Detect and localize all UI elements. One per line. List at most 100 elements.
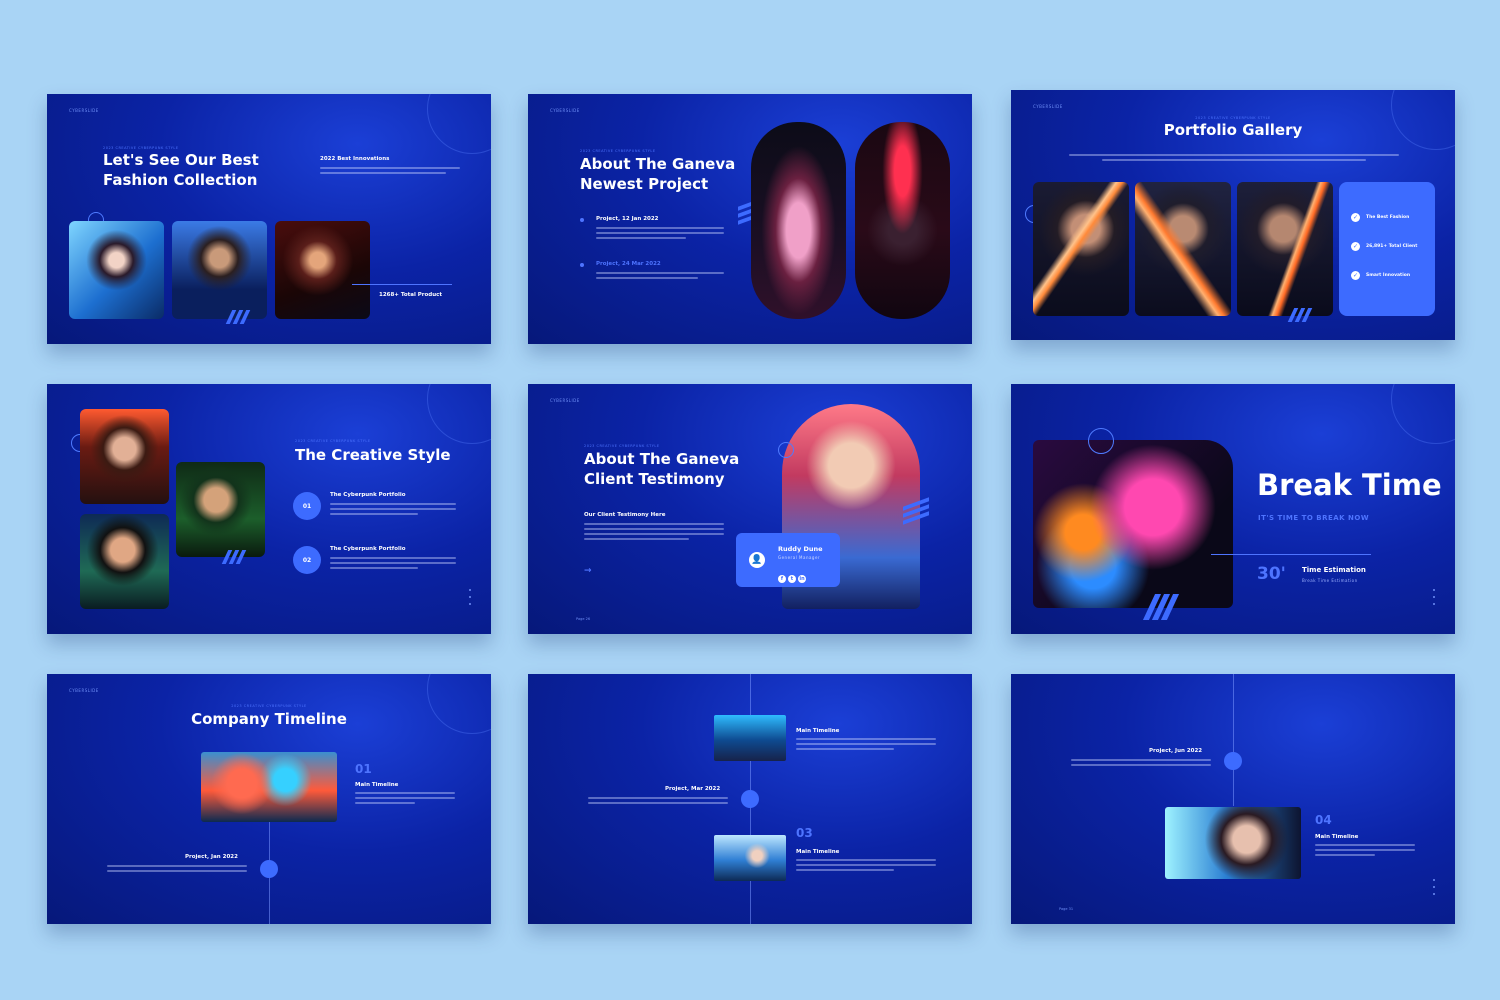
- feature-row-1: ✓ The Best Fashion: [1351, 213, 1410, 222]
- stripes-decor: [225, 310, 251, 324]
- timeline-text: [1315, 844, 1415, 856]
- decor-arc: [427, 94, 491, 154]
- project-text-1: [596, 227, 724, 239]
- client-name: Ruddy Dune: [778, 545, 823, 553]
- break-photo: [1033, 440, 1233, 608]
- photo-3: [275, 221, 370, 319]
- photo-1: [69, 221, 164, 319]
- features-panel: ✓ The Best Fashion ✓ 26,891+ Total Client …: [1339, 182, 1435, 316]
- timeline-node[interactable]: [741, 790, 759, 808]
- timeline-node[interactable]: [1224, 752, 1242, 770]
- slide-subtitle: IT'S TIME TO BREAK NOW: [1258, 514, 1370, 522]
- timeline-node[interactable]: [260, 860, 278, 878]
- project-text: [107, 865, 247, 872]
- client-role: General Manager: [778, 555, 821, 560]
- slide-title: Portfolio Gallery: [1163, 121, 1303, 139]
- kicker: 2023 CREATIVE CYBERPUNK STYLE: [584, 444, 660, 448]
- timeline-heading-1: Main Timeline: [796, 728, 840, 734]
- timeline-heading-2: Main Timeline: [796, 849, 840, 855]
- page-number: Page 26: [576, 617, 591, 621]
- divider-line: [352, 284, 452, 285]
- brand-logo: CYBERSLIDE: [550, 398, 580, 403]
- brand-logo: CYBERSLIDE: [69, 688, 99, 693]
- decor-arc: [1391, 384, 1455, 444]
- time-estimation-desc: Break Time Estimation: [1302, 578, 1358, 583]
- project-date: Project, Jun 2022: [1149, 748, 1203, 754]
- gallery-photo-1: [1033, 182, 1129, 316]
- project-text-2: [596, 272, 724, 279]
- photo-2: [172, 221, 267, 319]
- nav-dots: [1433, 589, 1435, 605]
- timeline-heading: Main Timeline: [355, 782, 399, 788]
- timeline-text-1: [796, 738, 936, 750]
- slide-newest-project[interactable]: CYBERSLIDE 2023 CREATIVE CYBERPUNK STYLE…: [528, 94, 972, 344]
- slide-company-timeline[interactable]: CYBERSLIDE 2023 CREATIVE CYBERPUNK STYLE…: [47, 674, 491, 924]
- slide-title: Company Timeline: [191, 710, 347, 728]
- item-heading-2: The Cyberpunk Portfolio: [330, 546, 406, 552]
- social-icon-linkedin[interactable]: in: [798, 575, 806, 583]
- social-icon-twitter[interactable]: t: [788, 575, 796, 583]
- timeline-text-2: [796, 859, 936, 871]
- feature-row-3: ✓ Smart Innovation: [1351, 271, 1411, 280]
- slide-portfolio-gallery[interactable]: CYBERSLIDE 2023 CREATIVE CYBERPUNK STYLE…: [1011, 90, 1455, 340]
- ring-decor: [778, 442, 794, 458]
- check-icon: ✓: [1351, 242, 1360, 251]
- number-badge-2: 02: [293, 546, 321, 574]
- testimony-text: [584, 523, 724, 540]
- time-estimation-label: Time Estimation: [1302, 566, 1366, 574]
- check-icon: ✓: [1351, 213, 1360, 222]
- item-heading-1: The Cyberpunk Portfolio: [330, 492, 406, 498]
- slide-client-testimony[interactable]: CYBERSLIDE 2023 CREATIVE CYBERPUNK STYLE…: [528, 384, 972, 634]
- bullet-dot: [580, 263, 584, 267]
- timeline-heading: Main Timeline: [1315, 834, 1359, 840]
- slide-fashion-collection[interactable]: CYBERSLIDE 2023 CREATIVE CYBERPUNK STYLE…: [47, 94, 491, 344]
- timeline-photo-1: [714, 715, 786, 761]
- page-number: Page 31: [1059, 907, 1074, 911]
- stat-total-product: 1268+ Total Product: [379, 292, 443, 298]
- slide-timeline-end[interactable]: Project, Jun 2022 04 Main Timeline Page …: [1011, 674, 1455, 924]
- brand-logo: CYBERSLIDE: [550, 108, 580, 113]
- slide-title: Break Time: [1257, 468, 1442, 502]
- brand-logo: CYBERSLIDE: [1033, 104, 1063, 109]
- side-text: [320, 167, 460, 174]
- kicker: 2023 CREATIVE CYBERPUNK STYLE: [231, 704, 307, 708]
- project-text: [1071, 759, 1211, 766]
- timeline-line: [1233, 674, 1234, 806]
- social-icon-facebook[interactable]: f: [778, 575, 786, 583]
- slide-title: About The Ganeva Client Testimony: [584, 450, 740, 488]
- stripes-decor: [903, 497, 929, 525]
- client-card: 👤 Ruddy Dune General Manager f t in: [736, 533, 840, 587]
- section-subtitle: Our Client Testimony Here: [584, 512, 666, 518]
- check-icon: ✓: [1351, 271, 1360, 280]
- photo-2: [176, 462, 265, 557]
- brand-logo: CYBERSLIDE: [69, 108, 99, 113]
- ring-decor: [1088, 428, 1114, 454]
- arrow-right-icon[interactable]: →: [584, 566, 592, 576]
- kicker: 2023 CREATIVE CYBERPUNK STYLE: [295, 439, 371, 443]
- kicker: 2023 CREATIVE CYBERPUNK STYLE: [580, 149, 656, 153]
- project-date: Project, Mar 2022: [665, 786, 721, 792]
- project-item-1: Project, 12 Jan 2022: [596, 216, 659, 222]
- slide-timeline-middle[interactable]: Main Timeline Project, Mar 2022 03 Main …: [528, 674, 972, 924]
- project-date: Project, Jan 2022: [185, 854, 238, 860]
- nav-dots: [1433, 879, 1435, 895]
- decor-arc: [427, 384, 491, 444]
- stripes-decor: [1142, 594, 1180, 620]
- timeline-photo: [1165, 807, 1301, 879]
- number-badge-1: 01: [293, 492, 321, 520]
- gallery-photo-2: [1135, 182, 1231, 316]
- slide-title: The Creative Style: [295, 446, 451, 464]
- timeline-number: 04: [1315, 813, 1332, 827]
- photo-3: [80, 514, 169, 609]
- photo-1: [80, 409, 169, 504]
- break-minutes: 30': [1257, 564, 1286, 584]
- slide-break-time[interactable]: Break Time IT'S TIME TO BREAK NOW 30' Ti…: [1011, 384, 1455, 634]
- intro-text: [1069, 154, 1399, 161]
- project-text: [588, 797, 728, 804]
- stripes-decor: [1287, 308, 1313, 322]
- social-links: f t in: [778, 565, 808, 584]
- slide-creative-style[interactable]: 2023 CREATIVE CYBERPUNK STYLE The Creati…: [47, 384, 491, 634]
- timeline-number: 01: [355, 762, 372, 776]
- item-text-1: [330, 503, 456, 515]
- side-title: 2022 Best Innovations: [320, 156, 390, 162]
